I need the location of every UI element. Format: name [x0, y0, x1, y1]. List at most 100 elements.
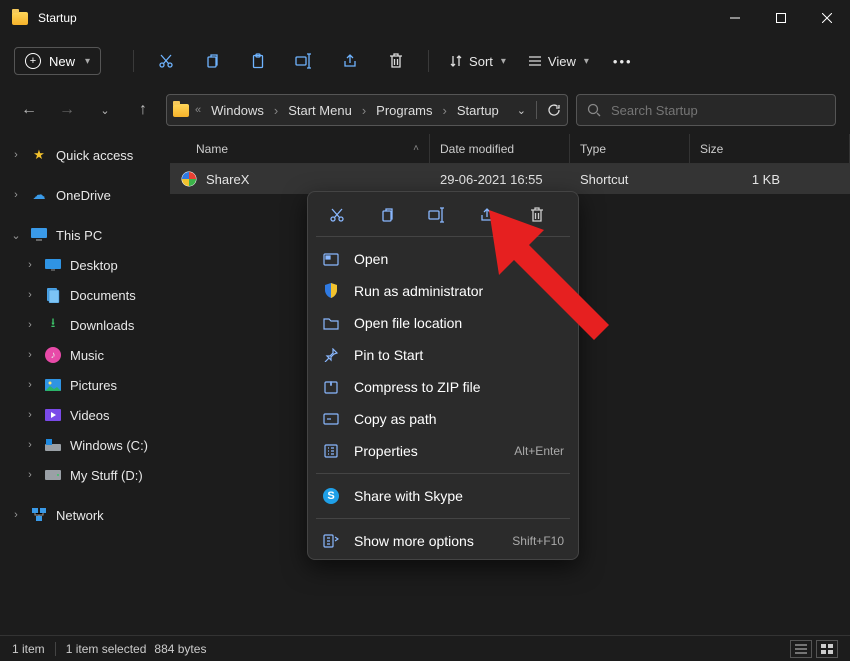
view-icon [528, 54, 542, 68]
sidebar-item-network[interactable]: › Network [0, 500, 170, 530]
back-button[interactable]: ← [14, 95, 44, 125]
breadcrumb[interactable]: Startup [453, 101, 503, 120]
ctx-zip[interactable]: Compress to ZIP file [308, 371, 578, 403]
pc-icon [30, 226, 48, 244]
sidebar-item-onedrive[interactable]: › ☁ OneDrive [0, 180, 170, 210]
minimize-button[interactable] [712, 0, 758, 36]
breadcrumb[interactable]: Programs [372, 101, 436, 120]
paste-button[interactable] [238, 41, 278, 81]
network-icon [30, 506, 48, 524]
close-button[interactable] [804, 0, 850, 36]
toolbar: + New ▾ Sort ▾ View [0, 36, 850, 86]
chevron-right-icon: › [10, 189, 22, 201]
context-menu: Open Run as administrator Open file loca… [307, 191, 579, 560]
thumbnails-view-button[interactable] [816, 640, 838, 658]
pin-icon [322, 348, 340, 362]
ctx-copypath[interactable]: Copy as path [308, 403, 578, 435]
column-date[interactable]: Date modified [430, 134, 570, 163]
titlebar: Startup [0, 0, 850, 36]
ellipsis-icon: ••• [613, 54, 633, 69]
refresh-button[interactable] [547, 103, 561, 117]
chevron-right-icon: › [24, 289, 36, 301]
sort-button[interactable]: Sort ▾ [441, 49, 514, 74]
chevron-right-icon: › [10, 149, 22, 161]
column-size[interactable]: Size [690, 134, 850, 163]
ctx-runadmin[interactable]: Run as administrator [308, 275, 578, 307]
sidebar-item-windows-c[interactable]: › Windows (C:) [0, 430, 170, 460]
skype-icon: S [322, 488, 340, 504]
ctx-more[interactable]: Show more options Shift+F10 [308, 525, 578, 557]
copy-button[interactable] [192, 41, 232, 81]
breadcrumb[interactable]: Start Menu [284, 101, 356, 120]
sidebar-item-desktop[interactable]: › Desktop [0, 250, 170, 280]
ctx-cut-button[interactable] [322, 202, 352, 228]
ctx-pin[interactable]: Pin to Start [308, 339, 578, 371]
share-button[interactable] [330, 41, 370, 81]
search-box[interactable] [576, 94, 836, 126]
download-icon: ⭳ [44, 316, 62, 334]
sidebar-item-thispc[interactable]: ⌄ This PC [0, 220, 170, 250]
cloud-icon: ☁ [30, 186, 48, 204]
chevron-down-icon[interactable]: ⌄ [517, 104, 526, 117]
sidebar-item-videos[interactable]: › Videos [0, 400, 170, 430]
column-headers: Name ˄ Date modified Type Size [170, 134, 850, 164]
shield-icon [322, 283, 340, 299]
path-icon [322, 413, 340, 425]
view-button[interactable]: View ▾ [520, 49, 597, 74]
column-name[interactable]: Name ˄ [170, 134, 430, 163]
chevron-right-icon: › [24, 409, 36, 421]
table-row[interactable]: ShareX 29-06-2021 16:55 Shortcut 1 KB [170, 164, 850, 194]
chevron-right-icon: › [24, 259, 36, 271]
status-bar: 1 item 1 item selected 884 bytes [0, 635, 850, 661]
breadcrumb[interactable]: Windows [207, 101, 268, 120]
delete-button[interactable] [376, 41, 416, 81]
sidebar-item-quick-access[interactable]: › ★ Quick access [0, 140, 170, 170]
file-date: 29-06-2021 16:55 [430, 172, 570, 187]
chevron-down-icon: ▾ [85, 56, 90, 67]
up-button[interactable]: ↑ [128, 95, 158, 125]
ctx-openloc[interactable]: Open file location [308, 307, 578, 339]
zip-icon [322, 380, 340, 394]
ctx-skype[interactable]: S Share with Skype [308, 480, 578, 512]
ctx-rename-button[interactable] [422, 202, 452, 228]
file-name: ShareX [206, 172, 249, 187]
search-input[interactable] [611, 103, 825, 118]
new-button[interactable]: + New ▾ [14, 47, 101, 75]
chevron-down-icon: ⌄ [10, 229, 22, 242]
plus-icon: + [25, 53, 41, 69]
rename-button[interactable] [284, 41, 324, 81]
music-icon: ♪ [44, 346, 62, 364]
maximize-button[interactable] [758, 0, 804, 36]
column-type[interactable]: Type [570, 134, 690, 163]
file-size: 1 KB [690, 172, 850, 187]
status-selected: 1 item selected [66, 642, 147, 656]
ctx-delete-button[interactable] [522, 202, 552, 228]
more-button[interactable]: ••• [603, 49, 643, 74]
sidebar-item-mystuff-d[interactable]: › My Stuff (D:) [0, 460, 170, 490]
videos-icon [44, 406, 62, 424]
more-icon [322, 534, 340, 548]
sidebar-item-documents[interactable]: › Documents [0, 280, 170, 310]
chevron-right-icon: › [10, 509, 22, 521]
chevron-right-icon: › [24, 349, 36, 361]
ctx-open[interactable]: Open [308, 243, 578, 275]
ctx-copy-button[interactable] [372, 202, 402, 228]
cut-button[interactable] [146, 41, 186, 81]
folder-icon [12, 12, 28, 25]
details-view-button[interactable] [790, 640, 812, 658]
folder-icon [173, 104, 189, 117]
status-bytes: 884 bytes [154, 642, 206, 656]
sidebar-item-pictures[interactable]: › Pictures [0, 370, 170, 400]
ctx-share-button[interactable] [472, 202, 502, 228]
address-bar[interactable]: « Windows› Start Menu› Programs› Startup… [166, 94, 568, 126]
chevron-down-icon: ▾ [584, 56, 589, 67]
sidebar-item-music[interactable]: › ♪ Music [0, 340, 170, 370]
sidebar-item-downloads[interactable]: › ⭳ Downloads [0, 310, 170, 340]
address-row: ← → ⌄ ↑ « Windows› Start Menu› Programs›… [0, 86, 850, 134]
forward-button[interactable]: → [52, 95, 82, 125]
ctx-properties[interactable]: Properties Alt+Enter [308, 435, 578, 467]
recent-button[interactable]: ⌄ [90, 95, 120, 125]
sort-arrow-icon: ˄ [413, 143, 419, 154]
documents-icon [44, 286, 62, 304]
window-controls [712, 0, 850, 36]
